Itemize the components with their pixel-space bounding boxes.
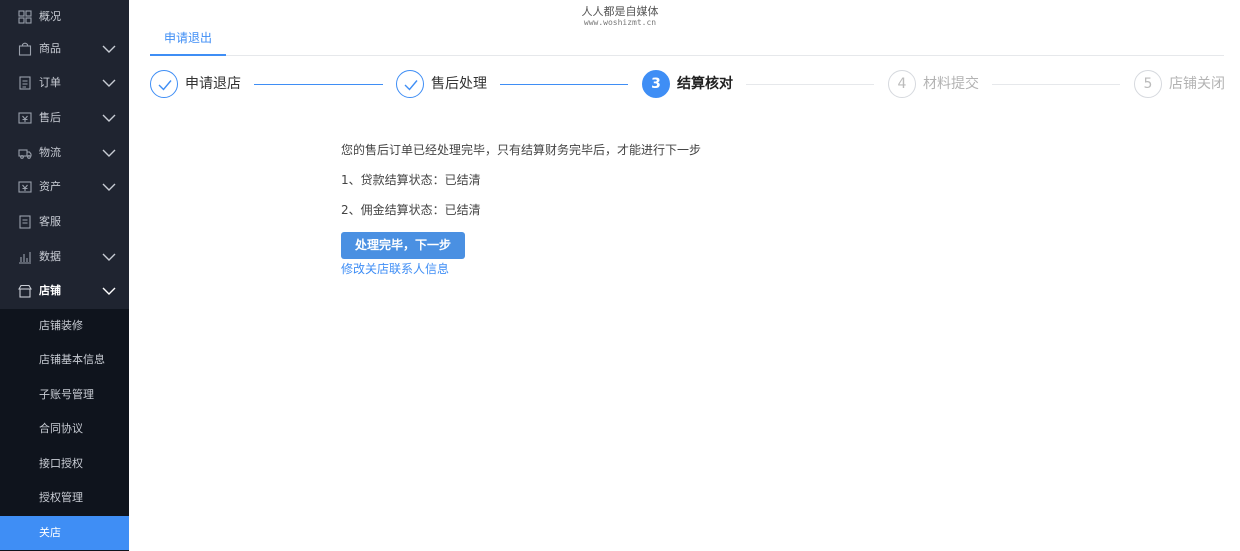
sidebar: 概况 商品 订单 售后 物流 资产 客服 数据 店铺 店铺装修 店铺基本信息 子… [0,0,129,551]
step-2-label: 售后处理 [431,76,487,92]
check-icon [158,80,172,91]
watermark: 人人都是自媒体 www.woshizmt.cn [560,5,680,28]
step-3-circle: 3 [642,70,670,98]
submenu-item-sub-accounts[interactable]: 子账号管理 [0,378,129,412]
submenu-item-store-basic-info[interactable]: 店铺基本信息 [0,343,129,377]
step-4-label: 材料提交 [923,76,979,92]
next-step-button[interactable]: 处理完毕，下一步 [341,232,465,259]
sidebar-item-logistics[interactable]: 物流 [0,136,129,170]
step-2-circle [396,70,424,98]
submenu-item-label: 合同协议 [39,422,83,435]
truck-icon [18,149,32,159]
step-connector [500,84,628,85]
submenu-item-store-decoration[interactable]: 店铺装修 [0,309,129,343]
sidebar-item-assets[interactable]: 资产 [0,170,129,204]
submenu-item-close-store[interactable]: 关店 [0,516,129,550]
sidebar-item-label: 店铺 [39,284,61,297]
grid-icon [18,10,32,24]
tab-apply-exit[interactable]: 申请退出 [150,26,226,56]
sidebar-item-label: 客服 [39,215,61,228]
bar-chart-icon [19,252,31,264]
store-icon [18,284,32,298]
after-sales-icon [18,112,32,124]
shopping-bag-icon [18,42,32,56]
step-5-circle: 5 [1134,70,1162,98]
store-submenu: 店铺装修 店铺基本信息 子账号管理 合同协议 接口授权 授权管理 关店 [0,309,129,551]
chevron-down-icon [102,183,116,191]
sidebar-item-label: 物流 [39,146,61,159]
sidebar-item-label: 售后 [39,111,61,124]
sidebar-item-label: 商品 [39,42,61,55]
watermark-text: 人人都是自媒体 [581,5,659,18]
chevron-down-icon [102,45,116,53]
step-connector [746,84,874,85]
step-3-label: 结算核对 [677,76,733,92]
payment-settlement-status: 1、贷款结算状态：已结清 [341,173,481,187]
sidebar-item-after-sales[interactable]: 售后 [0,101,129,135]
submenu-item-label: 授权管理 [39,491,83,504]
sidebar-item-customer-service[interactable]: 客服 [0,205,129,239]
sidebar-item-overview[interactable]: 概况 [0,0,129,34]
watermark-url: www.woshizmt.cn [583,18,657,27]
chevron-down-icon [102,114,116,122]
submenu-item-label: 接口授权 [39,457,83,470]
submenu-item-auth-management[interactable]: 授权管理 [0,481,129,515]
sidebar-item-orders[interactable]: 订单 [0,66,129,100]
check-icon [404,80,418,91]
chevron-down-icon [102,79,116,87]
sidebar-item-data[interactable]: 数据 [0,240,129,274]
settlement-message: 您的售后订单已经处理完毕，只有结算财务完毕后，才能进行下一步 [341,143,702,157]
step-4-circle: 4 [888,70,916,98]
submenu-item-contracts[interactable]: 合同协议 [0,412,129,446]
modify-contact-link[interactable]: 修改关店联系人信息 [341,260,449,278]
commission-settlement-status: 2、佣金结算状态：已结清 [341,203,481,217]
submenu-item-label: 子账号管理 [39,388,94,401]
sidebar-item-products[interactable]: 商品 [0,32,129,66]
submenu-item-label: 店铺装修 [39,319,83,332]
submenu-item-label: 店铺基本信息 [39,353,105,366]
sidebar-item-label: 数据 [39,250,61,263]
step-1-circle [150,70,178,98]
sidebar-item-label: 订单 [39,76,61,89]
step-1-label: 申请退店 [185,76,241,92]
sidebar-item-label: 概况 [39,10,61,23]
document-icon [19,76,31,90]
wallet-icon [18,181,32,193]
chevron-down-icon [102,149,116,157]
chevron-down-icon [102,287,116,295]
submenu-item-label: 关店 [39,526,61,539]
sidebar-item-label: 资产 [39,180,61,193]
tab-bar-divider [150,55,1224,56]
step-5-label: 店铺关闭 [1169,76,1225,92]
submenu-item-api-auth[interactable]: 接口授权 [0,447,129,481]
headset-icon [19,215,31,229]
sidebar-item-store[interactable]: 店铺 [0,274,129,308]
step-connector [992,84,1120,85]
step-connector [254,84,383,85]
chevron-down-icon [102,253,116,261]
